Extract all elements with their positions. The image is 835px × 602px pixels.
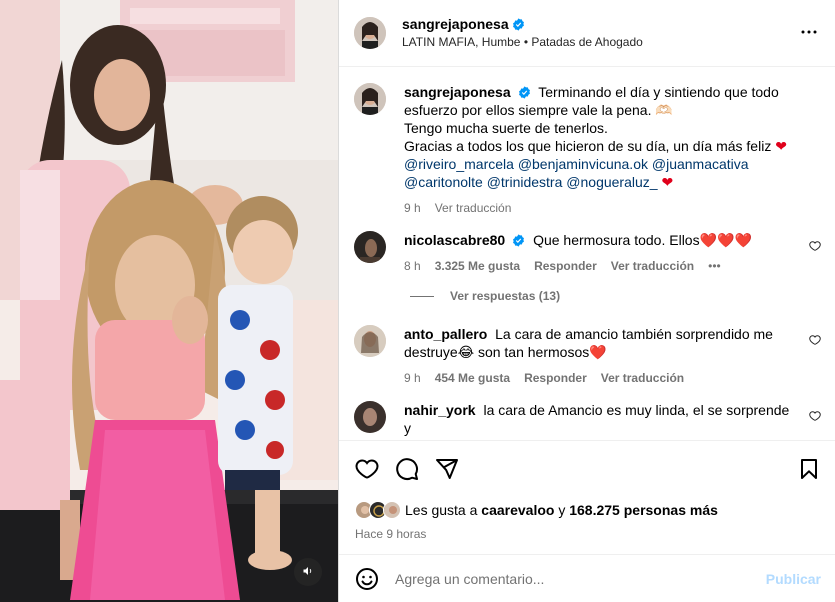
commenter-username[interactable]: nahir_york [404, 402, 476, 418]
caption-line-2: Tengo mucha suerte de tenerlos. [404, 120, 608, 136]
comment-body: nahir_york la cara de Amancio es muy lin… [404, 401, 821, 437]
caption-heart: ❤ [661, 174, 674, 190]
comment-hearts: ❤️❤️❤️ [699, 232, 752, 248]
action-bar [355, 457, 821, 481]
commenter-avatar[interactable] [354, 231, 386, 263]
audio-link[interactable]: Patadas de Ahogado [531, 35, 642, 49]
comment-icon[interactable] [395, 457, 419, 481]
save-icon[interactable] [797, 457, 821, 481]
add-comment-bar: Publicar [339, 554, 835, 602]
comment-item: nahir_york la cara de Amancio es muy lin… [354, 401, 821, 437]
commenter-username[interactable]: anto_pallero [404, 326, 487, 342]
comment-time[interactable]: 9 h [404, 369, 421, 387]
more-icon [797, 20, 821, 47]
subtitle-separator: • [523, 35, 529, 49]
mention-link[interactable]: @nogueraluz_ [566, 174, 657, 190]
comment-time[interactable]: 8 h [404, 257, 421, 275]
commenter-avatar[interactable] [354, 401, 386, 433]
likes-connector: y [558, 502, 566, 518]
comments-section[interactable]: sangrejaponesa Terminando el día y sinti… [339, 67, 835, 440]
post-header: sangrejaponesa LATIN MAFIA, Humbe • Pata… [339, 0, 835, 67]
caption-time[interactable]: 9 h [404, 199, 421, 217]
comment-input[interactable] [395, 570, 766, 587]
caption-line-3: Gracias a todos los que hicieron de su d… [404, 138, 772, 154]
reply-button[interactable]: Responder [524, 369, 587, 387]
caption-heart: ❤ [775, 138, 787, 154]
translate-link[interactable]: Ver traducción [611, 257, 694, 275]
comment-body: nicolascabre80 Que hermosura todo. Ellos… [404, 231, 821, 275]
mention-link[interactable]: @trinidestra [487, 174, 563, 190]
comment-like-icon[interactable] [809, 333, 821, 345]
comment-meta: 8 h 3.325 Me gusta Responder Ver traducc… [404, 257, 799, 275]
instagram-post: sangrejaponesa LATIN MAFIA, Humbe • Pata… [0, 0, 835, 602]
mention-link[interactable]: @caritonolte [404, 174, 483, 190]
post-timestamp[interactable]: Hace 9 horas [355, 527, 821, 541]
commenter-avatar[interactable] [354, 325, 386, 357]
view-replies-button[interactable]: Ver respuestas (13) [410, 289, 821, 303]
likes-summary[interactable]: Les gusta a caarevaloo y 168.275 persona… [355, 501, 821, 519]
replies-divider [410, 295, 434, 297]
location-link[interactable]: LATIN MAFIA, Humbe [402, 35, 520, 49]
caption: sangrejaponesa Terminando el día y sinti… [354, 83, 821, 217]
likes-prefix: Les gusta a [405, 502, 478, 518]
comment-item: anto_pallero La cara de amancio también … [354, 325, 821, 387]
translate-link[interactable]: Ver traducción [435, 199, 512, 217]
verified-icon [518, 85, 531, 99]
comment-item: nicolascabre80 Que hermosura todo. Ellos… [354, 231, 821, 275]
reply-button[interactable]: Responder [534, 257, 597, 275]
video-frame-image [0, 0, 338, 602]
post-actions-section: Les gusta a caarevaloo y 168.275 persona… [339, 440, 835, 541]
mention-link[interactable]: @riveiro_marcela [404, 156, 514, 172]
comment-body: anto_pallero La cara de amancio también … [404, 325, 821, 387]
comment-more-button[interactable]: ••• [708, 257, 721, 275]
more-options-button[interactable] [797, 21, 821, 45]
share-icon[interactable] [435, 457, 459, 481]
caption-meta: 9 h Ver traducción [404, 199, 799, 217]
liker-avatars [355, 501, 401, 519]
verified-icon [512, 17, 525, 31]
caption-username[interactable]: sangrejaponesa [404, 84, 511, 100]
comment-like-icon[interactable] [809, 409, 821, 421]
verified-icon [512, 233, 525, 247]
likes-count[interactable]: 168.275 personas más [569, 502, 718, 518]
header-info: sangrejaponesa LATIN MAFIA, Humbe • Pata… [402, 15, 797, 51]
comment-meta: 9 h 454 Me gusta Responder Ver traducció… [404, 369, 799, 387]
mention-link[interactable]: @benjaminvicuna.ok [518, 156, 648, 172]
caption-avatar[interactable] [354, 83, 386, 115]
likes-user[interactable]: caarevaloo [481, 502, 554, 518]
comment-like-icon[interactable] [809, 239, 821, 251]
comment-likes[interactable]: 3.325 Me gusta [435, 257, 520, 275]
commenter-username[interactable]: nicolascabre80 [404, 232, 505, 248]
volume-icon [302, 564, 314, 580]
comment-likes[interactable]: 454 Me gusta [435, 369, 510, 387]
liker-avatar [383, 501, 401, 519]
emoji-icon[interactable] [355, 567, 379, 591]
mention-link[interactable]: @juanmacativa [652, 156, 749, 172]
translate-link[interactable]: Ver traducción [601, 369, 684, 387]
publish-button[interactable]: Publicar [766, 571, 821, 587]
post-video[interactable] [0, 0, 338, 602]
comment-text: Que hermosura todo. Ellos [533, 232, 700, 248]
post-side-panel: sangrejaponesa LATIN MAFIA, Humbe • Pata… [338, 0, 835, 602]
caption-body: sangrejaponesa Terminando el día y sinti… [404, 83, 821, 217]
header-subtitle: LATIN MAFIA, Humbe • Patadas de Ahogado [402, 33, 797, 51]
mute-button[interactable] [294, 558, 322, 586]
like-icon[interactable] [355, 457, 379, 481]
author-username[interactable]: sangrejaponesa [402, 16, 509, 32]
author-avatar[interactable] [354, 17, 386, 49]
view-replies-label: Ver respuestas (13) [450, 289, 561, 303]
